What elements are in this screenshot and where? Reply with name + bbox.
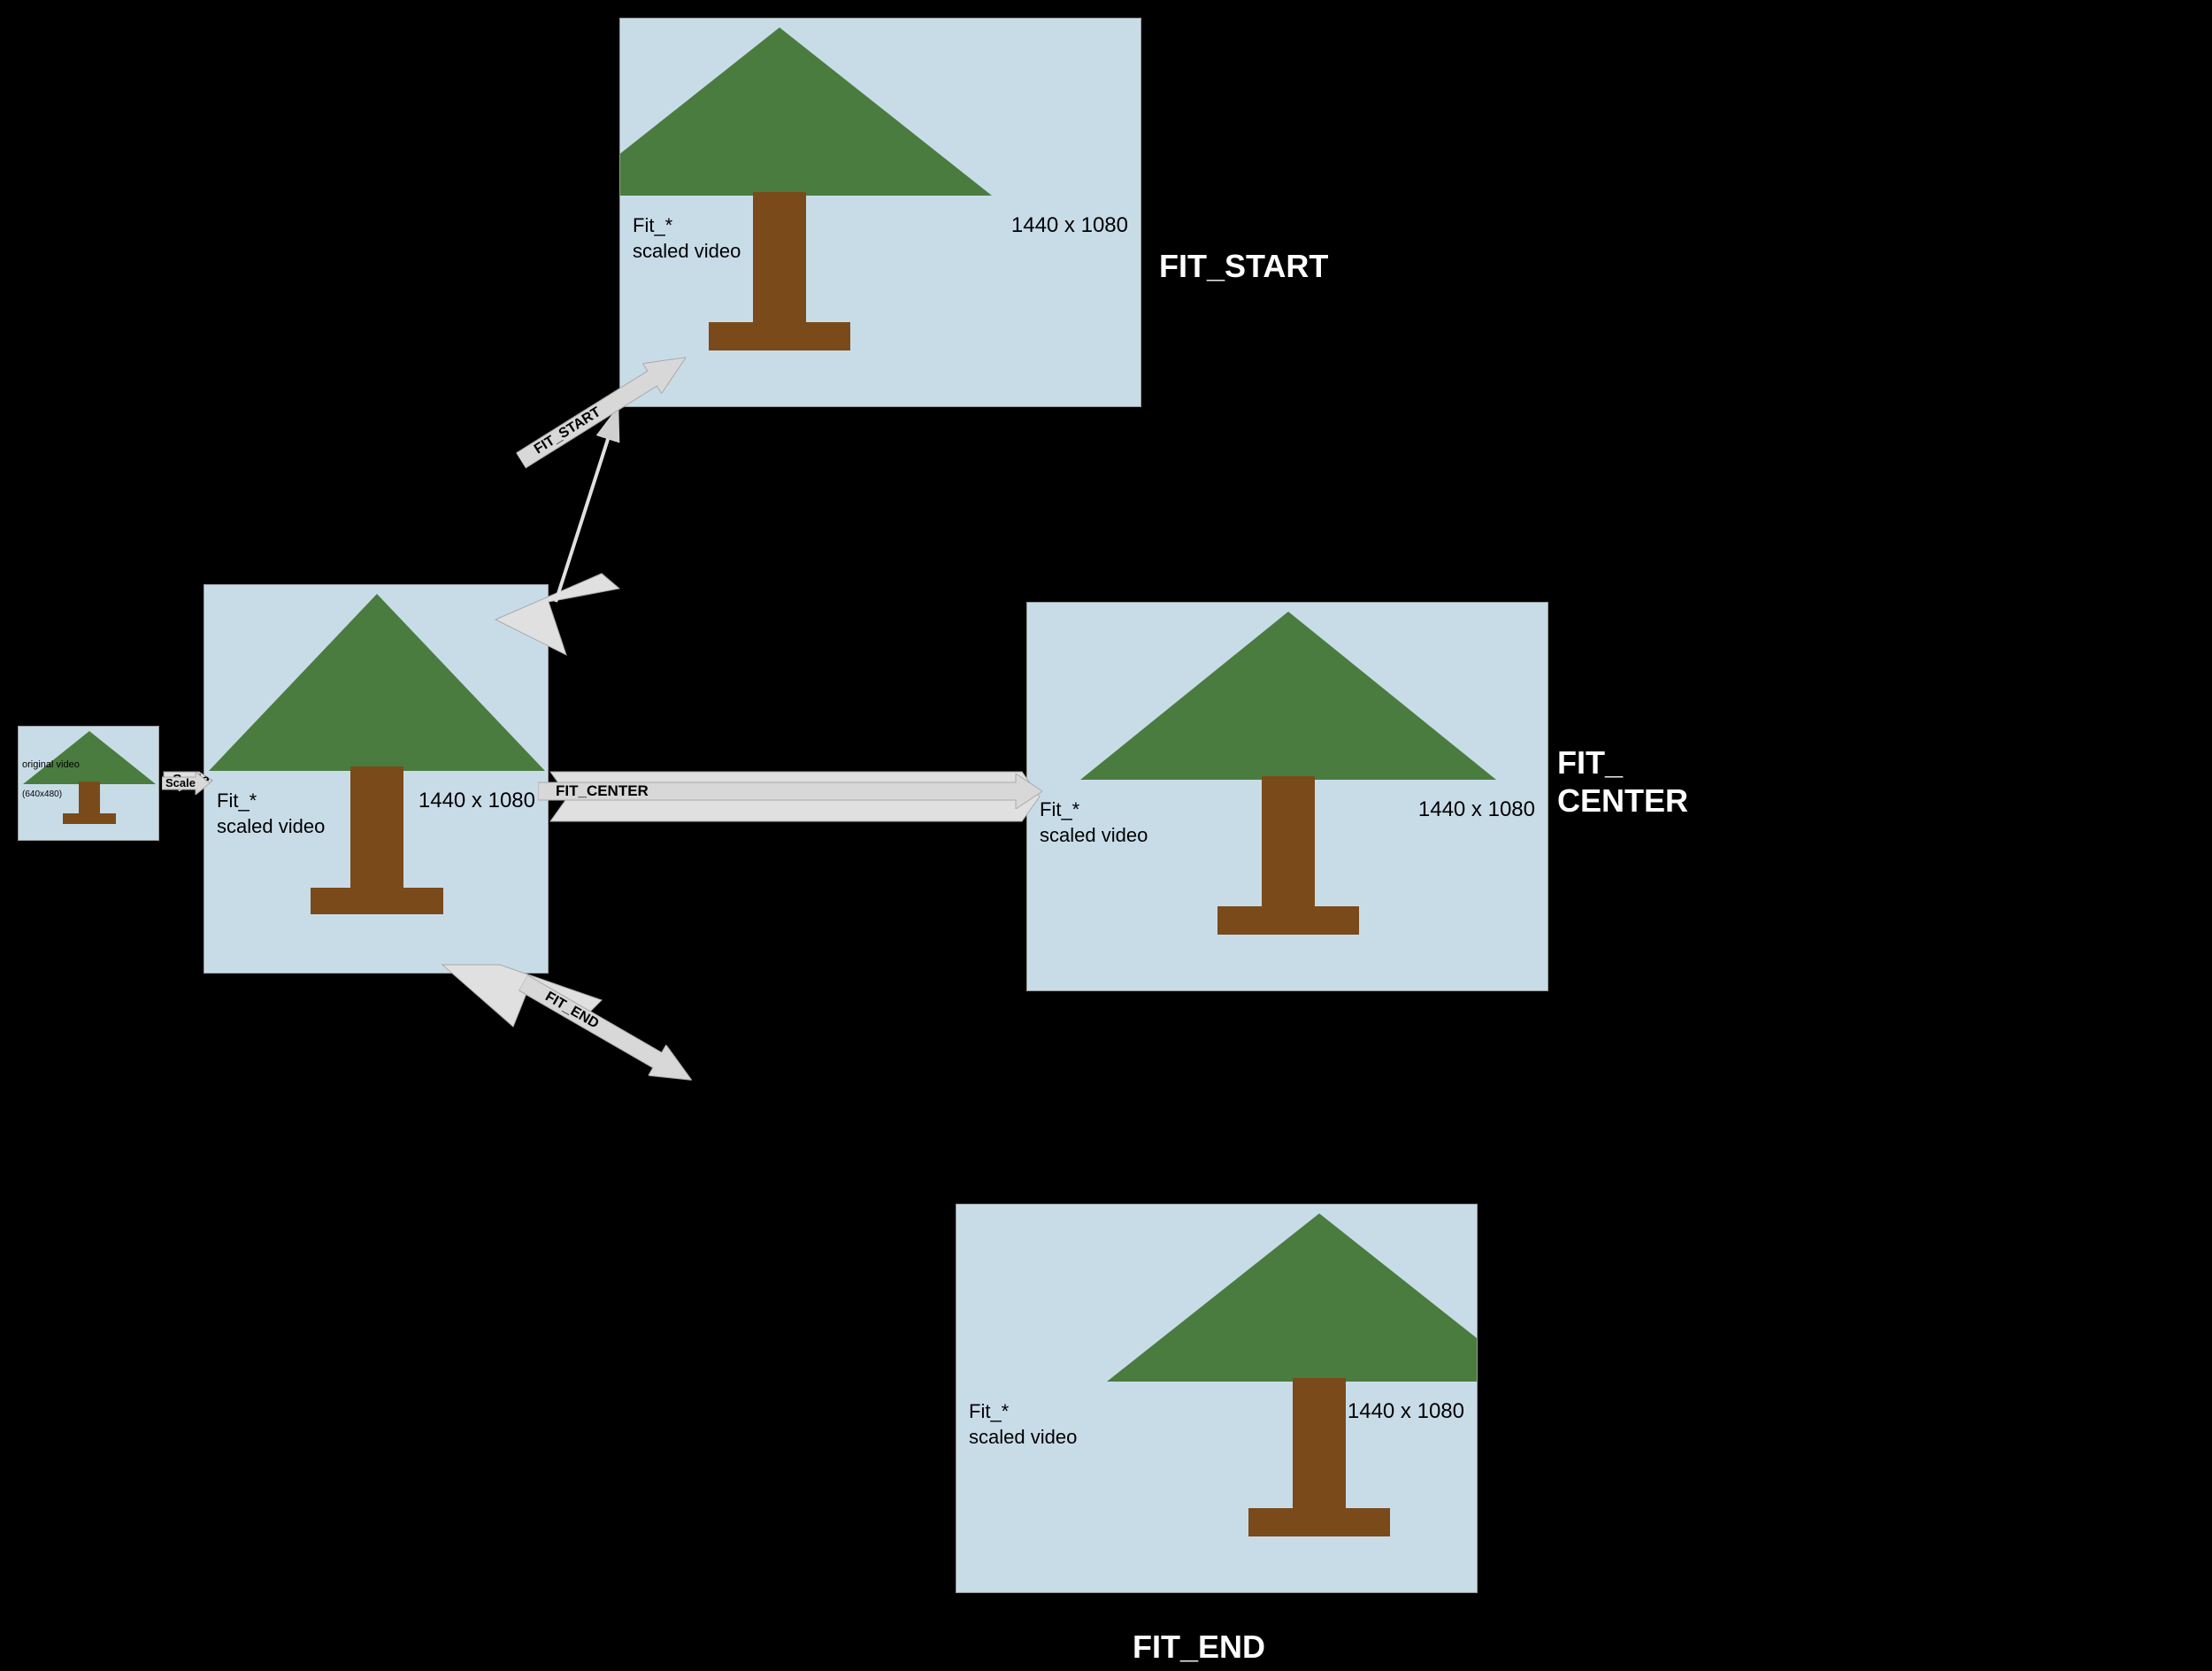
fit-start-section-label: FIT_START <box>1159 248 1328 285</box>
fit-start-label: Fit_*scaled video <box>633 213 741 264</box>
fit-start-video-box: Fit_*scaled video 1440 x 1080 <box>619 18 1141 407</box>
fit-end-arrow-container: FIT_END <box>512 967 701 1099</box>
fit-center-arrow-container: FIT_CENTER <box>538 774 1042 813</box>
scaled-video-box: Fit_*scaled video 1440 x 1080 <box>204 584 549 974</box>
fit-center-arrow-svg: FIT_CENTER <box>538 774 1042 809</box>
scaled-label: Fit_*scaled video <box>217 789 325 839</box>
fit-center-section-label: FIT_CENTER <box>1557 743 1688 820</box>
scale-arrow-container: Scale <box>162 772 211 799</box>
fit-end-section-label: FIT_END <box>1133 1629 1265 1666</box>
svg-text:FIT_END: FIT_END <box>542 990 601 1032</box>
scaled-dimensions: 1440 x 1080 <box>419 789 535 813</box>
fit-start-arrow-svg: FIT_START <box>511 343 695 476</box>
svg-text:FIT_START: FIT_START <box>532 404 603 458</box>
orig-label: original video <box>22 758 80 771</box>
original-video-box: original video (640x480) <box>18 726 159 841</box>
fit-start-arrow-container: FIT_START <box>511 343 697 480</box>
fit-center-label: Fit_*scaled video <box>1040 797 1148 848</box>
orig-dimensions: (640x480) <box>22 789 62 800</box>
fit-end-dimensions: 1440 x 1080 <box>1348 1399 1464 1424</box>
scaled-video-tree <box>204 585 549 974</box>
fit-start-dimensions: 1440 x 1080 <box>1011 213 1128 238</box>
fit-end-arrow-svg: FIT_END <box>514 967 701 1096</box>
scale-text-label: Scale <box>165 776 196 789</box>
fit-end-video-box: Fit_*scaled video 1440 x 1080 <box>956 1204 1478 1593</box>
fit-center-video-box: Fit_*scaled video 1440 x 1080 <box>1026 602 1548 991</box>
fit-center-dimensions: 1440 x 1080 <box>1418 797 1535 822</box>
fit-end-label: Fit_*scaled video <box>969 1399 1077 1450</box>
svg-text:FIT_CENTER: FIT_CENTER <box>556 782 649 799</box>
original-video-tree <box>19 727 159 841</box>
